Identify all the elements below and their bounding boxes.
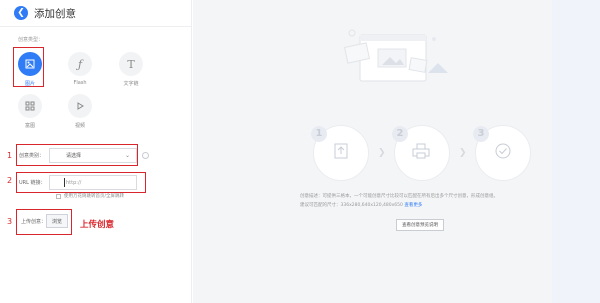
preview-help-button[interactable]: 查看创意预览说明 bbox=[396, 219, 444, 231]
app-root: ❮ 添加创意 创意类型： 图片 ƒ Flash T 文字链 富图 视频 1 创意… bbox=[0, 0, 600, 303]
type-flash[interactable]: ƒ Flash bbox=[65, 52, 95, 86]
annotation-number-1: 1 bbox=[7, 151, 13, 160]
url-input[interactable]: http:// bbox=[49, 175, 137, 190]
recommended-sizes: 建议可匹配的尺寸：336x280,640x120,480x650 查看更多 bbox=[300, 202, 422, 208]
help-icon[interactable] bbox=[142, 152, 149, 159]
flash-icon: ƒ bbox=[68, 52, 92, 76]
more-link[interactable]: 查看更多 bbox=[404, 203, 422, 208]
creative-illustration bbox=[343, 29, 448, 82]
check-icon bbox=[495, 143, 511, 159]
type-video-label: 视频 bbox=[74, 123, 85, 129]
upload-annotation: 上传创意 bbox=[80, 220, 115, 230]
type-text[interactable]: T 文字链 bbox=[116, 52, 146, 87]
url-row: URL 链接： bbox=[19, 179, 49, 186]
type-video[interactable]: 视频 bbox=[65, 94, 95, 129]
type-flash-label: Flash bbox=[73, 80, 87, 86]
chevron-down-icon: ⌄ bbox=[124, 152, 130, 159]
category-row: 创意类别： bbox=[19, 152, 49, 159]
play-icon bbox=[68, 94, 92, 118]
type-image[interactable]: 图片 bbox=[15, 52, 45, 87]
left-panel: ❮ 添加创意 创意类型： 图片 ƒ Flash T 文字链 富图 视频 1 创意… bbox=[0, 0, 192, 303]
redirect-checkbox-label: 使用万花筒跳转首页/全屏跳转 bbox=[64, 194, 125, 199]
preview-panel: 1 ❯ 2 ❯ 3 bbox=[193, 0, 552, 303]
type-rich-label: 富图 bbox=[24, 123, 35, 129]
url-input-value: http:// bbox=[66, 179, 82, 186]
recommended-sizes-text: 建议可匹配的尺寸：336x280,640x120,480x650 bbox=[300, 203, 403, 208]
step-1-badge: 1 bbox=[311, 126, 327, 142]
url-label: URL 链接： bbox=[19, 180, 46, 186]
redirect-checkbox-row[interactable]: 使用万花筒跳转首页/全屏跳转 bbox=[56, 193, 124, 199]
chevron-right-icon: ❯ bbox=[378, 148, 386, 158]
creative-type-label: 创意类型： bbox=[18, 37, 44, 43]
page-title: 添加创意 bbox=[34, 7, 76, 20]
type-text-label: 文字链 bbox=[123, 81, 139, 87]
back-arrow-icon[interactable]: ❮ bbox=[14, 6, 28, 20]
step-2-badge: 2 bbox=[392, 126, 408, 142]
type-image-label: 图片 bbox=[24, 81, 35, 87]
header: ❮ 添加创意 bbox=[0, 0, 192, 27]
right-gutter bbox=[552, 0, 600, 303]
annotation-number-3: 3 bbox=[7, 217, 13, 226]
type-rich[interactable]: 富图 bbox=[15, 94, 45, 129]
printer-icon bbox=[412, 143, 430, 159]
text-icon: T bbox=[119, 52, 143, 76]
grid-icon bbox=[18, 94, 42, 118]
creative-description: 创意描述：可提供三格本，一个可能创意尺寸比较可以匹配在所有后出多个尺寸创意，形成… bbox=[300, 194, 498, 199]
upload-label: 上传创意： bbox=[21, 219, 47, 225]
chevron-right-icon: ❯ bbox=[459, 148, 467, 158]
browse-button[interactable]: 浏览 bbox=[46, 214, 68, 228]
image-icon bbox=[18, 52, 42, 76]
step-3-badge: 3 bbox=[473, 126, 489, 142]
category-select[interactable]: 请选择 ⌄ bbox=[49, 148, 137, 163]
annotation-number-2: 2 bbox=[7, 176, 13, 185]
redirect-checkbox[interactable] bbox=[56, 193, 61, 199]
text-cursor bbox=[64, 178, 65, 187]
upload-icon bbox=[334, 143, 348, 159]
category-label: 创意类别： bbox=[19, 153, 45, 159]
category-select-value: 请选择 bbox=[66, 153, 82, 159]
